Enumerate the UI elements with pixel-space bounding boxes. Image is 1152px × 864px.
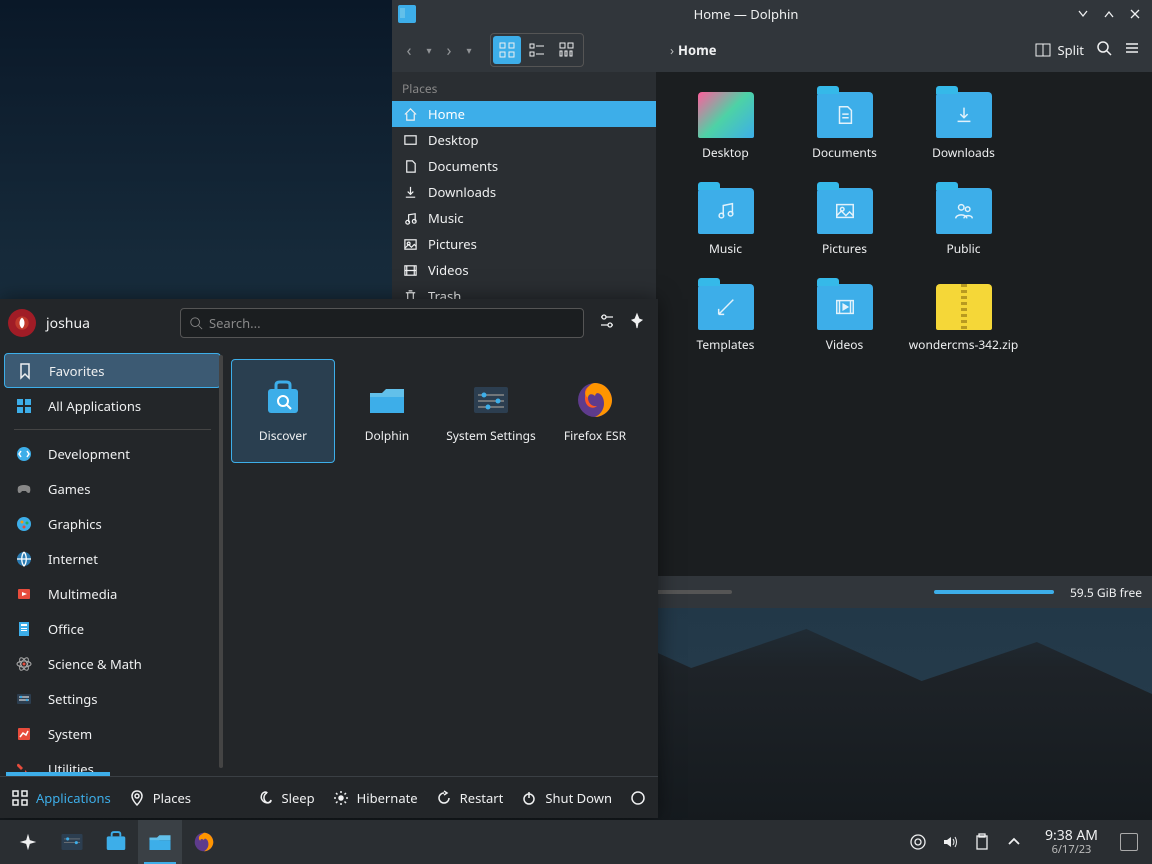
- more-button[interactable]: [630, 790, 646, 806]
- search-box[interactable]: [180, 308, 584, 338]
- task-system-settings[interactable]: [50, 820, 94, 864]
- hibernate-button[interactable]: Hibernate: [333, 789, 418, 807]
- system-tray: 9:38 AM 6/17/23: [909, 828, 1146, 855]
- maximize-button[interactable]: [1098, 3, 1120, 25]
- category-panel: Favorites All Applications Development G…: [0, 347, 225, 776]
- forward-button[interactable]: ›: [440, 39, 458, 61]
- launcher-button[interactable]: [6, 820, 50, 864]
- task-firefox[interactable]: [182, 820, 226, 864]
- dolphin-toolbar: ‹ ▾ › ▾ ›Home Split: [392, 28, 1152, 72]
- tab-places[interactable]: Places: [129, 789, 191, 807]
- pin-button[interactable]: [628, 312, 646, 334]
- category-all-applications[interactable]: All Applications: [4, 388, 221, 423]
- icons-view-button[interactable]: [493, 36, 521, 64]
- clock[interactable]: 9:38 AM 6/17/23: [1045, 828, 1098, 855]
- sleep-button[interactable]: Sleep: [257, 789, 314, 807]
- category-office[interactable]: Office: [4, 611, 221, 646]
- details-view-button[interactable]: [553, 36, 581, 64]
- shutdown-button[interactable]: Shut Down: [521, 789, 612, 807]
- tab-applications[interactable]: Applications: [12, 789, 111, 807]
- category-graphics[interactable]: Graphics: [4, 506, 221, 541]
- folder-videos[interactable]: Videos: [785, 284, 904, 380]
- minimize-button[interactable]: [1072, 3, 1094, 25]
- hamburger-menu-button[interactable]: [1124, 40, 1140, 60]
- task-discover[interactable]: [94, 820, 138, 864]
- category-multimedia[interactable]: Multimedia: [4, 576, 221, 611]
- show-desktop-button[interactable]: [1120, 833, 1138, 851]
- application-launcher: joshua Favorites All Applications Develo…: [0, 299, 658, 818]
- place-downloads[interactable]: Downloads: [392, 179, 656, 205]
- category-development[interactable]: Development: [4, 436, 221, 471]
- user-avatar[interactable]: [8, 309, 36, 337]
- back-menu[interactable]: ▾: [420, 43, 438, 57]
- clipboard-icon[interactable]: [973, 833, 991, 851]
- places-heading: Places: [392, 76, 656, 101]
- configure-button[interactable]: [598, 312, 616, 334]
- place-desktop[interactable]: Desktop: [392, 127, 656, 153]
- close-button[interactable]: [1124, 3, 1146, 25]
- tray-expand-icon[interactable]: [1005, 833, 1023, 851]
- app-grid: Discover Dolphin System Settings Firefox…: [225, 347, 658, 776]
- volume-icon[interactable]: [941, 833, 959, 851]
- place-documents[interactable]: Documents: [392, 153, 656, 179]
- back-button[interactable]: ‹: [400, 39, 418, 61]
- search-icon: [189, 316, 203, 330]
- folder-pictures[interactable]: Pictures: [785, 188, 904, 284]
- folder-desktop[interactable]: Desktop: [666, 92, 785, 188]
- taskbar: 9:38 AM 6/17/23: [0, 820, 1152, 864]
- split-button[interactable]: Split: [1035, 41, 1084, 59]
- disk-free-bar: [934, 590, 1054, 594]
- app-firefox[interactable]: Firefox ESR: [543, 359, 647, 463]
- folder-music[interactable]: Music: [666, 188, 785, 284]
- category-games[interactable]: Games: [4, 471, 221, 506]
- folder-public[interactable]: Public: [904, 188, 1023, 284]
- forward-menu[interactable]: ▾: [460, 43, 478, 57]
- launcher-bottom-bar: Applications Places Sleep Hibernate Rest…: [0, 776, 658, 818]
- restart-button[interactable]: Restart: [436, 789, 504, 807]
- place-music[interactable]: Music: [392, 205, 656, 231]
- search-button[interactable]: [1096, 40, 1112, 60]
- folder-downloads[interactable]: Downloads: [904, 92, 1023, 188]
- dolphin-titlebar[interactable]: Home — Dolphin: [392, 0, 1152, 28]
- category-science[interactable]: Science & Math: [4, 646, 221, 681]
- keyboard-icon[interactable]: [909, 833, 927, 851]
- user-name: joshua: [46, 314, 90, 333]
- category-settings[interactable]: Settings: [4, 681, 221, 716]
- place-videos[interactable]: Videos: [392, 257, 656, 283]
- category-system[interactable]: System: [4, 716, 221, 751]
- window-title: Home — Dolphin: [422, 5, 1070, 23]
- scrollbar[interactable]: [219, 355, 223, 768]
- app-system-settings[interactable]: System Settings: [439, 359, 543, 463]
- breadcrumb[interactable]: ›Home: [590, 41, 1029, 59]
- search-input[interactable]: [209, 314, 575, 332]
- folder-templates[interactable]: Templates: [666, 284, 785, 380]
- task-dolphin[interactable]: [138, 820, 182, 864]
- app-discover[interactable]: Discover: [231, 359, 335, 463]
- folder-documents[interactable]: Documents: [785, 92, 904, 188]
- place-pictures[interactable]: Pictures: [392, 231, 656, 257]
- disk-free-text: 59.5 GiB free: [1070, 584, 1142, 601]
- category-favorites[interactable]: Favorites: [4, 353, 221, 388]
- file-zip[interactable]: wondercms-342.zip: [904, 284, 1023, 380]
- app-dolphin[interactable]: Dolphin: [335, 359, 439, 463]
- dolphin-app-icon: [398, 5, 416, 23]
- place-home[interactable]: Home: [392, 101, 656, 127]
- category-internet[interactable]: Internet: [4, 541, 221, 576]
- folder-view[interactable]: Desktop Documents Downloads Music Pictur…: [656, 72, 1152, 576]
- compact-view-button[interactable]: [523, 36, 551, 64]
